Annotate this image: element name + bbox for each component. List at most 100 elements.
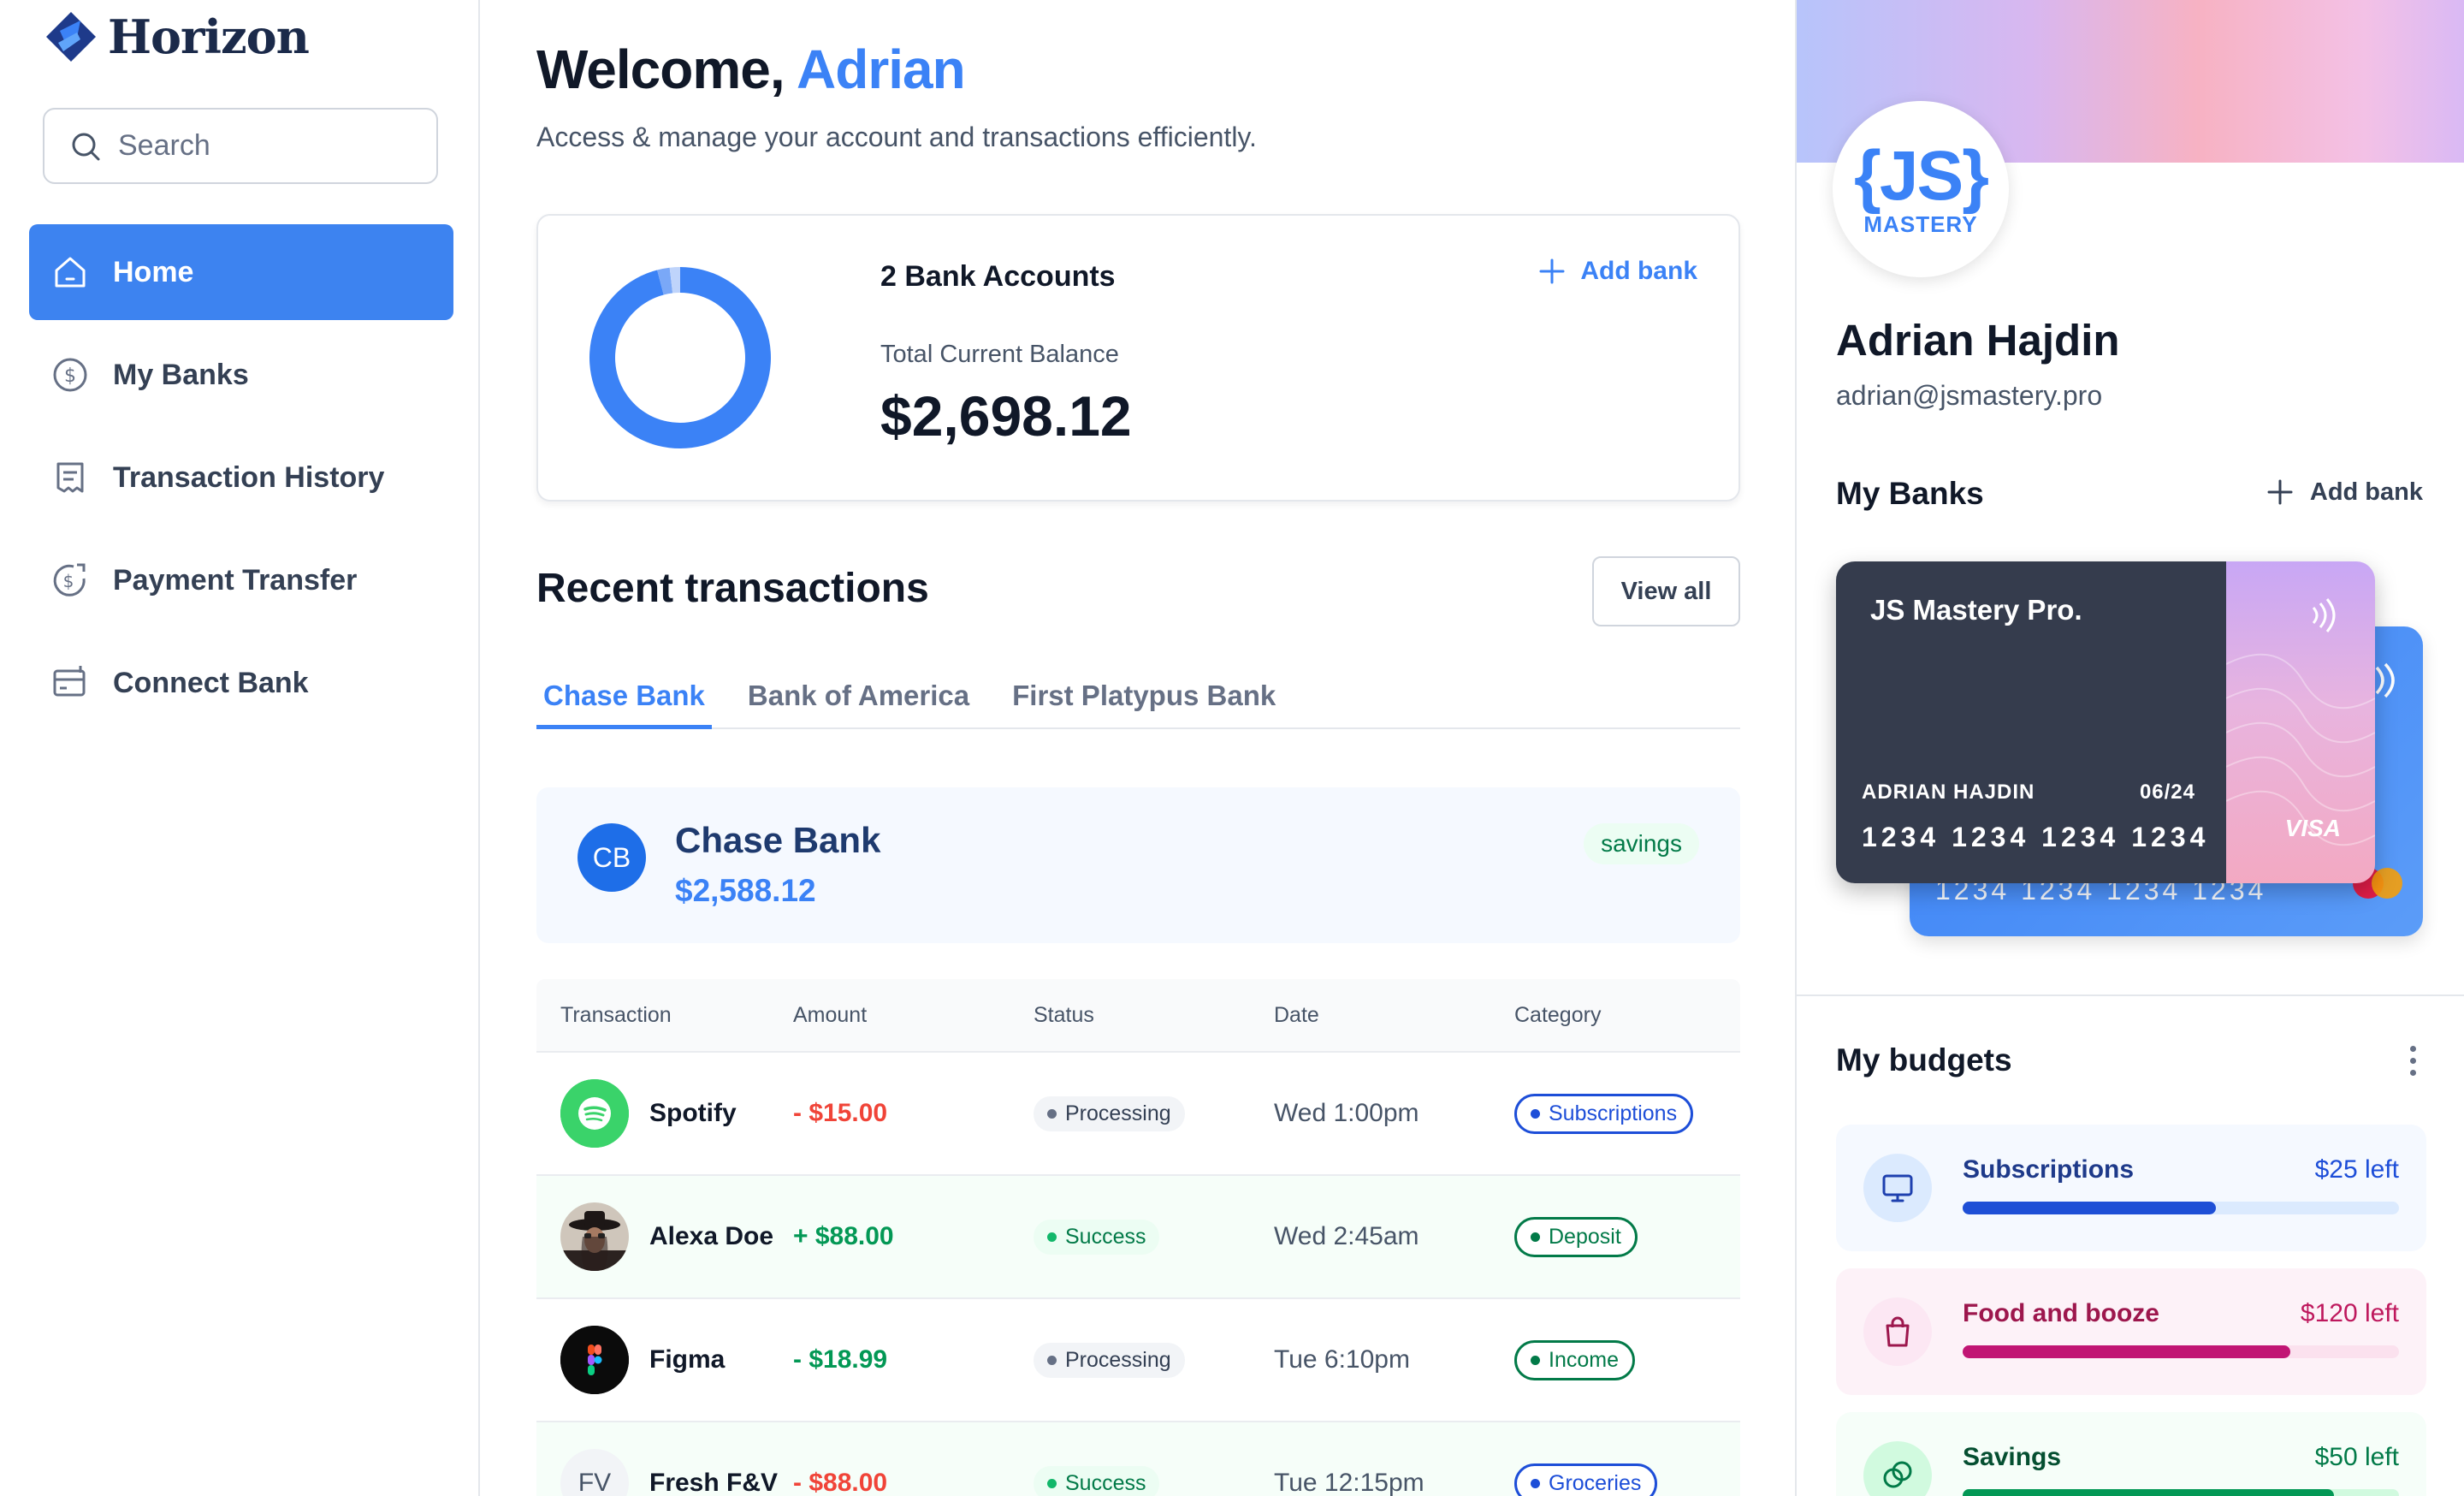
column-header-category: Category <box>1514 1002 1602 1027</box>
receipt-icon <box>56 462 84 493</box>
budget-progress-fill <box>1963 1202 2216 1214</box>
donut-segment-0 <box>589 267 771 448</box>
table-row[interactable]: FV Fresh F&V - $88.00 Success Tue 12:15p… <box>536 1422 1740 1496</box>
column-header-date: Date <box>1274 1002 1319 1027</box>
plus-icon <box>1539 258 1565 284</box>
figma-logo-icon <box>560 1326 629 1394</box>
bank-avatar: CB <box>578 823 646 892</box>
column-header-amount: Amount <box>793 1002 868 1027</box>
budget-item-savings[interactable]: Savings $50 left <box>1836 1412 2426 1496</box>
contactless-icon <box>2375 662 2395 698</box>
tab-first-platypus-bank[interactable]: First Platypus Bank <box>1005 668 1282 729</box>
sidebar-item-label: Home <box>113 255 194 288</box>
card-holder-name: ADRIAN HAJDIN <box>1862 781 2035 804</box>
avatar-logo-subtext: MASTERY <box>1863 211 1978 237</box>
status-label: Success <box>1065 1470 1146 1495</box>
transaction-name: Spotify <box>649 1099 737 1127</box>
logo-text: Horizon <box>108 9 310 64</box>
transaction-name: Alexa Doe <box>649 1222 774 1250</box>
plus-icon <box>2267 479 2293 505</box>
search-input[interactable]: Search <box>43 108 438 184</box>
my-banks-title: My Banks <box>1836 476 1984 511</box>
status-badge: Processing <box>1034 1095 1185 1131</box>
bank-card-primary[interactable]: JS Mastery Pro. ADRIAN HAJDIN 06/24 1234… <box>1836 561 2375 883</box>
total-balance-card: 2 Bank Accounts Total Current Balance $2… <box>536 214 1740 502</box>
avatar-logo-text: {JS} <box>1853 136 1989 215</box>
money-send-icon: $ <box>53 563 86 597</box>
svg-text:$: $ <box>63 571 74 591</box>
card-expiry: 06/24 <box>2139 781 2195 804</box>
budget-item-subscriptions[interactable]: Subscriptions $25 left <box>1836 1125 2426 1251</box>
add-bank-label: Add bank <box>1580 257 1697 285</box>
add-bank-button[interactable]: Add bank <box>2266 478 2423 507</box>
sidebar-item-label: My Banks <box>113 358 249 391</box>
horizon-logo[interactable]: Horizon <box>43 9 310 65</box>
status-label: Processing <box>1065 1347 1171 1372</box>
tab-bank-of-america[interactable]: Bank of America <box>741 668 976 729</box>
account-type-badge: savings <box>1584 823 1699 864</box>
budget-remaining: $50 left <box>2314 1443 2399 1471</box>
category-label: Income <box>1549 1347 1619 1372</box>
transaction-amount: - $88.00 <box>793 1469 888 1496</box>
balance-donut-chart <box>589 267 771 448</box>
bank-balance: $2,588.12 <box>675 873 816 908</box>
budget-progress-fill <box>1963 1345 2290 1358</box>
budgets-title: My budgets <box>1836 1042 2012 1077</box>
add-bank-label: Add bank <box>2309 478 2423 506</box>
more-options-icon[interactable] <box>2410 1046 2416 1076</box>
category-badge: Subscriptions <box>1514 1093 1694 1134</box>
shopping-bag-icon <box>1863 1297 1932 1366</box>
table-row[interactable]: Figma - $18.99 Processing Tue 6:10pm Inc… <box>536 1299 1740 1422</box>
category-badge: Income <box>1514 1339 1635 1380</box>
card-hologram-panel: VISA <box>2226 561 2375 883</box>
card-title: JS Mastery Pro. <box>1870 594 2082 626</box>
view-all-button[interactable]: View all <box>1592 556 1740 626</box>
budget-item-food-and-booze[interactable]: Food and booze $120 left <box>1836 1268 2426 1395</box>
transaction-cell: Alexa Doe <box>536 1202 793 1271</box>
bank-accounts-count: 2 Bank Accounts <box>880 260 1116 293</box>
credit-card-add-icon <box>53 666 86 697</box>
budget-progress-track <box>1963 1345 2399 1358</box>
status-label: Success <box>1065 1224 1146 1249</box>
welcome-text: Welcome, <box>536 39 785 100</box>
category-badge: Deposit <box>1514 1216 1638 1257</box>
budget-name: Food and booze <box>1963 1299 2159 1327</box>
budget-remaining: $25 left <box>2314 1155 2399 1184</box>
column-header-status: Status <box>1034 1002 1094 1027</box>
category-label: Deposit <box>1549 1224 1621 1249</box>
table-row[interactable]: Spotify - $15.00 Processing Wed 1:00pm S… <box>536 1053 1740 1176</box>
sidebar-item-connect-bank[interactable]: Connect Bank <box>29 635 453 731</box>
card-number: 1234 1234 1234 1234 <box>1862 822 2210 852</box>
budget-progress-track <box>1963 1489 2399 1496</box>
status-badge: Success <box>1034 1219 1160 1255</box>
profile-avatar[interactable]: {JS} MASTERY <box>1833 101 2009 277</box>
total-balance-label: Total Current Balance <box>880 341 1119 368</box>
sidebar-item-home[interactable]: Home <box>29 224 453 320</box>
horizon-logo-icon <box>46 12 96 62</box>
transaction-amount: + $88.00 <box>793 1222 894 1250</box>
sidebar-item-transaction-history[interactable]: Transaction History <box>29 430 453 525</box>
sidebar-item-payment-transfer[interactable]: $ Payment Transfer <box>29 532 453 628</box>
coins-icon <box>1863 1441 1932 1496</box>
sidebar-item-label: Payment Transfer <box>113 563 358 597</box>
tab-chase-bank[interactable]: Chase Bank <box>536 668 712 729</box>
home-icon <box>55 257 86 288</box>
bank-tabs: Chase Bank Bank of America First Platypu… <box>536 668 1740 729</box>
status-badge: Processing <box>1034 1342 1185 1378</box>
budget-progress-fill <box>1963 1489 2334 1496</box>
add-bank-button[interactable]: Add bank <box>1537 257 1697 286</box>
status-label: Processing <box>1065 1101 1171 1125</box>
monitor-icon <box>1863 1154 1932 1222</box>
section-divider <box>1797 994 2464 996</box>
sidebar-item-my-banks[interactable]: $ My Banks <box>29 327 453 423</box>
table-header: Transaction Amount Status Date Category <box>536 979 1740 1053</box>
mastercard-icon-overlap <box>2372 868 2402 899</box>
sidebar-item-label: Transaction History <box>113 460 385 494</box>
table-row[interactable]: Alexa Doe + $88.00 Success Wed 2:45am De… <box>536 1176 1740 1299</box>
user-first-name: Adrian <box>797 39 966 100</box>
dollar-circle-icon: $ <box>53 358 87 392</box>
budget-remaining: $120 left <box>2300 1299 2399 1327</box>
merchant-initials-avatar: FV <box>560 1449 629 1496</box>
column-header-transaction: Transaction <box>560 1002 672 1027</box>
budget-name: Subscriptions <box>1963 1155 2135 1184</box>
